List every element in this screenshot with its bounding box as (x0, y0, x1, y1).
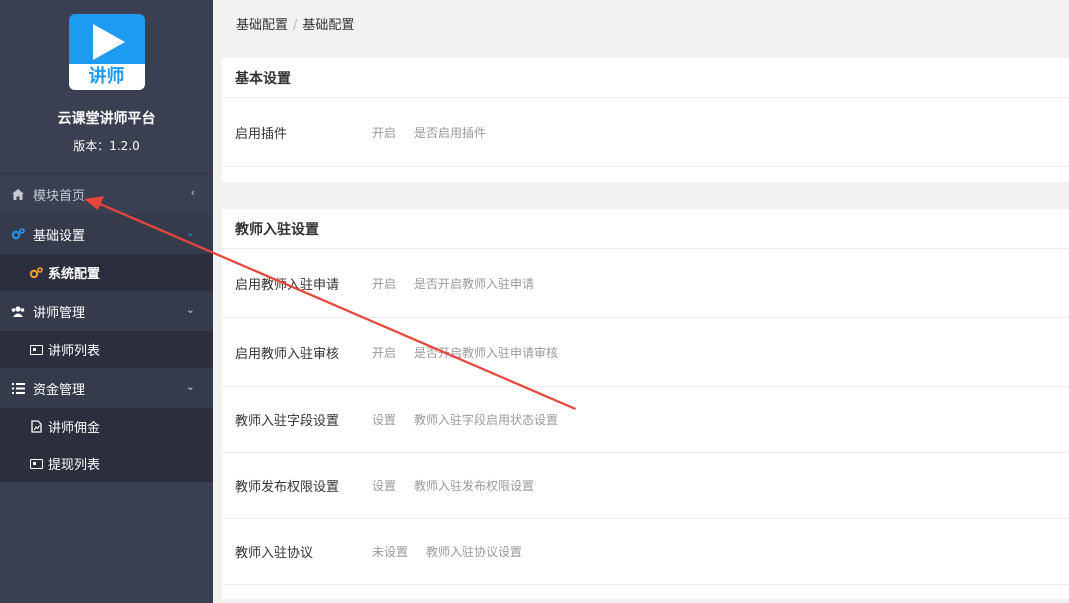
chart-file-icon (29, 420, 43, 433)
sidebar-subitem-lecturer-commission[interactable]: 讲师佣金 (0, 408, 213, 445)
sidebar-subitem-withdraw-list[interactable]: 提现列表 (0, 445, 213, 482)
brand: 讲师 云课堂讲师平台 版本：1.2.0 (0, 0, 213, 173)
setting-value[interactable]: 未设置 (372, 543, 408, 560)
sidebar-subitem-lecturer-list[interactable]: 讲师列表 (0, 331, 213, 368)
chevron-down-icon: ⌄ (185, 303, 195, 316)
card-title: 基本设置 (222, 58, 1069, 98)
breadcrumb-item[interactable]: 基础配置 (236, 18, 288, 33)
chevron-left-icon: ‹ (190, 186, 195, 199)
setting-description: 是否启用插件 (414, 125, 487, 140)
sidebar-item-lecturer-management[interactable]: 讲师管理 ⌄ (0, 291, 213, 331)
sidebar-item-label: 讲师管理 (33, 305, 86, 321)
setting-label: 教师发布权限设置 (235, 480, 340, 495)
basic-settings-card: 基本设置 启用插件 开启 是否启用插件 (222, 58, 1069, 182)
settings-row[interactable]: 启用教师入驻申请 开启 是否开启教师入驻申请 (222, 249, 1069, 318)
setting-value[interactable]: 开启 (372, 275, 396, 292)
card-icon (29, 458, 43, 470)
platform-name: 云课堂讲师平台 (57, 111, 156, 127)
sidebar-item-label: 资金管理 (33, 382, 86, 398)
teacher-settlement-card: 教师入驻设置 启用教师入驻申请 开启 是否开启教师入驻申请 启用教师入驻审核 开… (222, 209, 1069, 599)
card-icon (29, 344, 43, 356)
setting-description: 是否开启教师入驻申请审核 (414, 345, 559, 360)
sidebar-item-label: 基础设置 (33, 228, 86, 244)
setting-label: 教师入驻协议 (235, 546, 314, 561)
sidebar-item-home[interactable]: 模块首页 ‹ (0, 174, 213, 214)
platform-version: 版本：1.2.0 (73, 139, 140, 153)
settings-row[interactable]: 教师发布权限设置 设置 教师入驻发布权限设置 (222, 453, 1069, 519)
sidebar-subitem-label: 讲师列表 (48, 344, 101, 359)
setting-value[interactable]: 开启 (372, 124, 396, 141)
setting-value[interactable]: 设置 (372, 411, 396, 428)
sidebar: 讲师 云课堂讲师平台 版本：1.2.0 模块首页 ‹ 基础设置 ⌄ 系统配置 讲… (0, 0, 213, 603)
settings-row[interactable]: 教师入驻协议 未设置 教师入驻协议设置 (222, 519, 1069, 585)
users-icon (11, 304, 25, 318)
cogs-icon (11, 227, 25, 241)
settings-row[interactable]: 启用插件 开启 是否启用插件 (222, 98, 1069, 167)
sidebar-item-basic-settings[interactable]: 基础设置 ⌄ (0, 214, 213, 254)
sidebar-subitem-system-config[interactable]: 系统配置 (0, 254, 213, 291)
setting-label: 启用教师入驻审核 (235, 346, 340, 362)
setting-label: 启用教师入驻申请 (235, 277, 340, 293)
sidebar-subitem-label: 系统配置 (48, 267, 101, 282)
breadcrumb-separator: / (293, 18, 298, 33)
sidebar-item-label: 模块首页 (33, 188, 86, 204)
card-title: 教师入驻设置 (222, 209, 1069, 249)
setting-value[interactable]: 开启 (372, 344, 396, 361)
home-icon (11, 187, 25, 201)
list-icon (11, 381, 25, 395)
app-logo: 讲师 (68, 14, 145, 90)
logo-text: 讲师 (88, 66, 125, 87)
setting-description: 教师入驻发布权限设置 (414, 479, 535, 493)
setting-label: 启用插件 (235, 126, 288, 142)
setting-description: 是否开启教师入驻申请 (414, 276, 535, 291)
setting-value[interactable]: 设置 (372, 477, 396, 494)
chevron-down-icon: ⌄ (185, 380, 195, 393)
sidebar-subitem-label: 讲师佣金 (48, 421, 101, 436)
setting-description: 教师入驻协议设置 (426, 545, 523, 559)
setting-label: 教师入驻字段设置 (235, 414, 340, 429)
settings-row[interactable]: 启用教师入驻审核 开启 是否开启教师入驻申请审核 (222, 318, 1069, 387)
setting-description: 教师入驻字段启用状态设置 (414, 413, 559, 427)
chevron-down-icon: ⌄ (185, 226, 195, 239)
sidebar-item-finance-management[interactable]: 资金管理 ⌄ (0, 368, 213, 408)
play-icon (92, 24, 125, 60)
sidebar-nav: 模块首页 ‹ 基础设置 ⌄ 系统配置 讲师管理 ⌄ 讲师列表 资金管理 ⌄ 讲师… (0, 173, 213, 482)
breadcrumb-item: 基础配置 (302, 18, 355, 33)
breadcrumb: 基础配置 / 基础配置 (236, 14, 354, 33)
sidebar-subitem-label: 提现列表 (48, 458, 101, 473)
cogs-icon (29, 266, 43, 279)
settings-row[interactable]: 教师入驻字段设置 设置 教师入驻字段启用状态设置 (222, 387, 1069, 453)
